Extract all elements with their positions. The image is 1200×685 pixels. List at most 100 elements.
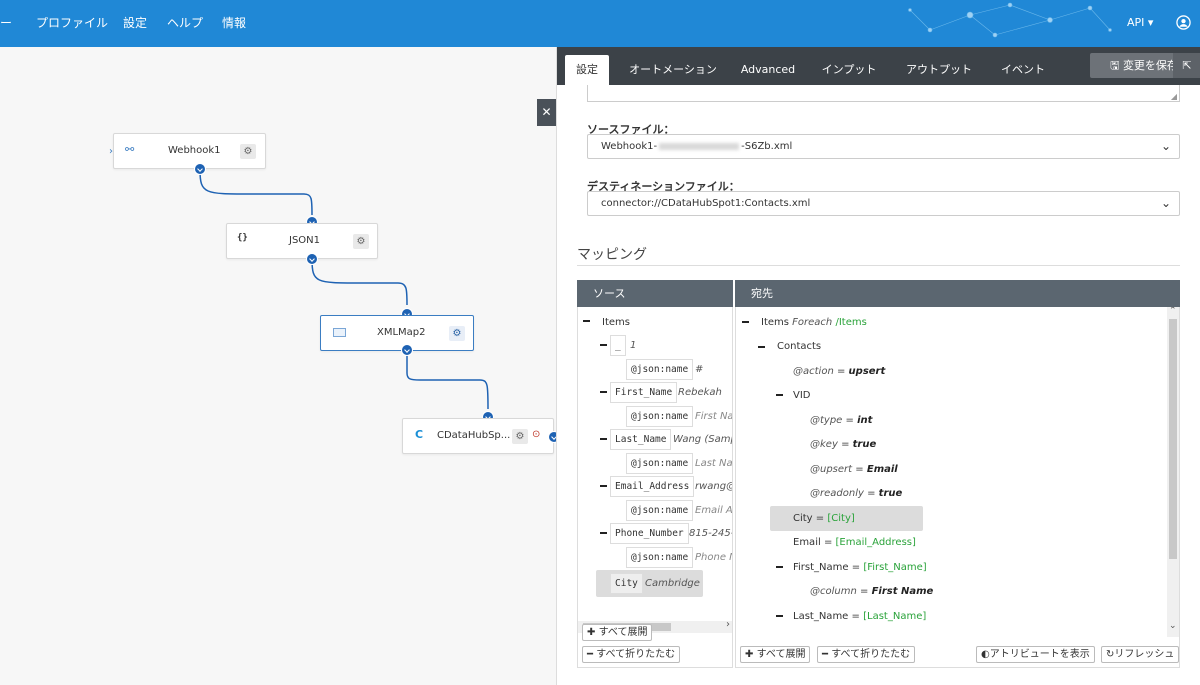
attr-value: First Name (871, 586, 934, 597)
src-index-key[interactable]: _ (610, 335, 626, 356)
save-icon: 🖫 (1110, 59, 1120, 72)
tab-output[interactable]: アウトプット (900, 55, 978, 85)
dst-expand-all-button[interactable]: ✚ すべて展開 (740, 646, 811, 663)
output-port[interactable] (401, 344, 413, 356)
destination-tree-pane[interactable]: Items Foreach /Items Contacts @action = … (735, 307, 1180, 668)
source-file-prefix: Webhook1- (601, 141, 658, 152)
equals: = (855, 464, 864, 475)
flow-node-webhook1[interactable]: ⚯ Webhook1 ⚙ (113, 133, 266, 169)
destination-file-value: connector://CDataHubSpot1:Contacts.xml (601, 198, 811, 209)
gear-icon[interactable]: ⚙ (353, 234, 369, 249)
node-label: XMLMap2 (377, 327, 426, 338)
destination-file-select[interactable]: connector://CDataHubSpot1:Contacts.xml ⌄ (587, 191, 1180, 216)
collapse-icon[interactable] (600, 344, 607, 346)
gear-icon[interactable]: ⚙ (449, 326, 465, 341)
nav-item-info[interactable]: 情報 (222, 0, 246, 47)
collapse-icon[interactable] (742, 321, 749, 323)
show-attributes-button[interactable]: ◐アトリビュートを表示 (976, 646, 1095, 663)
collapse-icon[interactable] (776, 615, 783, 617)
collapse-icon[interactable] (583, 320, 590, 322)
user-icon[interactable] (1176, 15, 1191, 30)
collapse-icon[interactable] (600, 438, 607, 440)
nav-item-settings[interactable]: 設定 (123, 0, 147, 47)
src-field-city[interactable]: City (610, 573, 643, 594)
nav-item-help[interactable]: ヘルプ (167, 0, 203, 47)
chevron-right-icon: › (109, 146, 113, 157)
tab-automation[interactable]: オートメーション (619, 55, 727, 85)
chevron-right-icon[interactable]: › (726, 619, 730, 630)
src-field-first-name[interactable]: First_Name (610, 382, 678, 403)
src-field-email[interactable]: Email_Address (610, 476, 695, 497)
tab-settings[interactable]: 設定 (565, 55, 609, 85)
description-textarea[interactable]: ◢ (587, 85, 1180, 102)
dst-attr-column[interactable]: @column = First Name (810, 586, 933, 597)
src-root-items[interactable]: Items (602, 317, 630, 328)
equals: = (860, 586, 869, 597)
dst-attr-upsert[interactable]: @upsert = Email (810, 464, 898, 475)
dst-contacts[interactable]: Contacts (777, 341, 821, 352)
vertical-scrollbar[interactable]: ⌃ ⌄ (1167, 307, 1179, 637)
dst-attr-key[interactable]: @key = true (810, 439, 876, 450)
api-menu[interactable]: API ▾ (1127, 0, 1153, 47)
source-file-select[interactable]: Webhook1- -S6Zb.xml ⌄ (587, 134, 1180, 159)
src-json-name[interactable]: @json:name (626, 500, 694, 521)
settings-panel: 設定 オートメーション Advanced インプット アウトプット イベント 🖫… (556, 47, 1200, 685)
src-expand-all-button[interactable]: ✚ すべて展開 (582, 624, 653, 641)
nav-item-profile[interactable]: プロファイル (36, 0, 108, 47)
dst-first-name[interactable]: First_Name = [First_Name] (793, 562, 927, 573)
output-port[interactable] (306, 253, 318, 265)
open-external-button[interactable]: ⇱ (1173, 53, 1200, 78)
src-json-name[interactable]: @json:name (626, 547, 694, 568)
collapse-icon[interactable] (600, 532, 607, 534)
output-port[interactable] (194, 163, 206, 175)
chevron-up-icon[interactable]: ⌃ (1169, 307, 1177, 316)
node-label: CDataHubSp... (437, 430, 511, 441)
tab-events[interactable]: イベント (993, 55, 1053, 85)
close-panel-button[interactable]: ✕ (537, 99, 556, 126)
src-field-phone[interactable]: Phone_Number (610, 523, 689, 544)
button-label: すべて折りたたむ (831, 649, 911, 660)
dst-city[interactable]: City = [City] (793, 513, 855, 524)
src-json-name-value: Phone N (695, 552, 733, 563)
chevron-down-icon[interactable]: ⌄ (1169, 621, 1177, 631)
gear-icon[interactable]: ⚙ (240, 144, 256, 159)
flow-node-xmlmap2[interactable]: XMLMap2 ⚙ (320, 315, 474, 351)
src-json-name-value: Email A (695, 505, 733, 516)
source-tree-pane[interactable]: Items _ 1 @json:name # First_Name Rebeka… (577, 307, 733, 668)
dst-collapse-all-button[interactable]: ━ すべて折りたたむ (817, 646, 916, 663)
dst-items-path: /Items (835, 317, 867, 328)
nav-item-flow[interactable]: ー (0, 0, 12, 47)
flow-node-json1[interactable]: {} JSON1 ⚙ (226, 223, 378, 259)
dst-email[interactable]: Email = [Email_Address] (793, 537, 916, 548)
collapse-icon[interactable] (758, 346, 765, 348)
dst-attr-action[interactable]: @action = upsert (793, 366, 885, 377)
src-json-name[interactable]: @json:name (626, 359, 694, 380)
dst-attr-type[interactable]: @type = int (810, 415, 872, 426)
src-field-last-name[interactable]: Last_Name (610, 429, 672, 450)
collapse-icon[interactable] (776, 566, 783, 568)
error-icon: ⊙ (532, 429, 541, 440)
attr-value: true (852, 439, 877, 450)
dst-attr-readonly[interactable]: @readonly = true (810, 488, 902, 499)
button-label: すべて折りたたむ (596, 649, 676, 660)
collapse-icon[interactable] (600, 391, 607, 393)
button-label: すべて展開 (598, 627, 648, 638)
scrollbar-thumb[interactable] (1169, 319, 1177, 559)
dst-vid[interactable]: VID (793, 390, 811, 401)
collapse-icon[interactable] (776, 394, 783, 396)
flow-connectors (199, 169, 489, 410)
src-json-name[interactable]: @json:name (626, 406, 694, 427)
refresh-button[interactable]: ↻リフレッシュ (1101, 646, 1179, 663)
gear-icon[interactable]: ⚙ (512, 429, 528, 444)
src-collapse-all-button[interactable]: ━ すべて折りたたむ (582, 646, 681, 663)
flow-node-cdatahubspot[interactable]: C CDataHubSp... ⚙ ⊙ (402, 418, 554, 454)
collapse-icon[interactable] (600, 485, 607, 487)
tab-advanced[interactable]: Advanced (737, 55, 799, 85)
dst-last-name[interactable]: Last_Name = [Last_Name] (793, 611, 926, 622)
tab-input[interactable]: インプット (813, 55, 885, 85)
src-json-name[interactable]: @json:name (626, 453, 694, 474)
dst-items[interactable]: Items Foreach /Items (761, 317, 867, 328)
flow-canvas[interactable]: ⚯ Webhook1 ⚙ › {} JSON1 ⚙ XMLMap2 ⚙ C CD… (0, 47, 560, 685)
source-header: ソース (577, 280, 733, 307)
redacted-text (659, 142, 740, 150)
